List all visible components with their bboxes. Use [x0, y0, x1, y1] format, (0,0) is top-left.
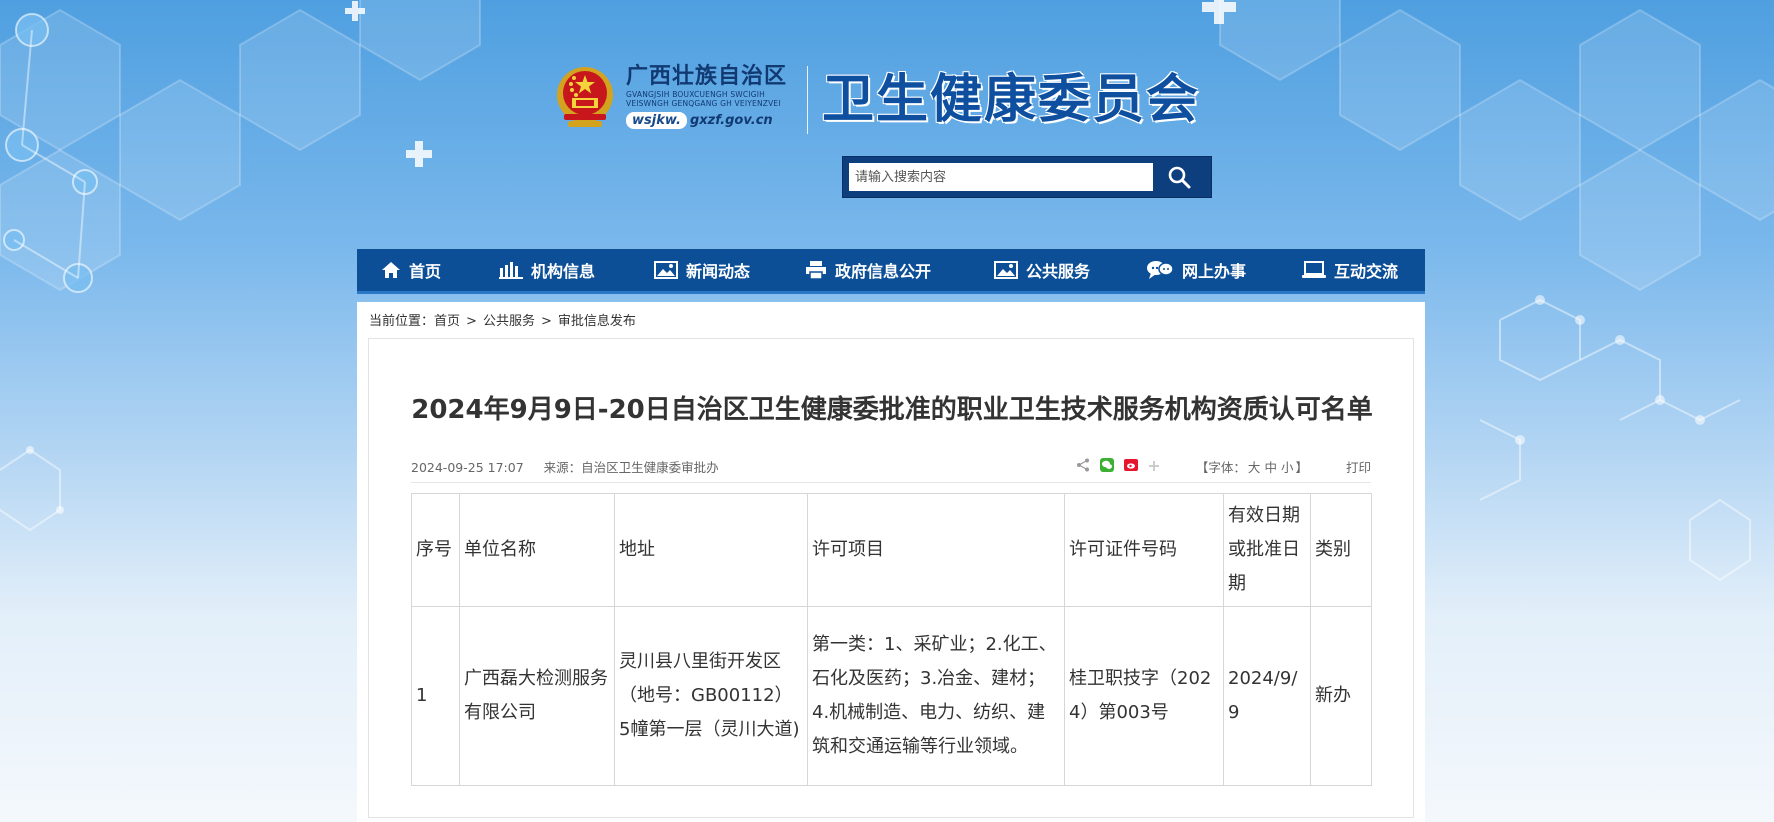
breadcrumb-prefix: 当前位置：	[369, 314, 435, 329]
domain-suffix: gxzf.gov.cn	[689, 113, 773, 128]
font-size-medium-link[interactable]: 中	[1264, 460, 1277, 475]
article-meta: 2024-09-25 17:07 来源：自治区卫生健康委审批办 【字体： 大 中…	[411, 457, 1371, 475]
approval-table: 序号 单位名称 地址 许可项目 许可证件号码 有效日期或批准日期 类别 1 广西…	[411, 493, 1372, 786]
table-cell: 灵川县八里街开发区（地号：GB00112）5幢第一层（灵川大道)	[614, 606, 808, 786]
table-header-cell: 有效日期或批准日期	[1223, 493, 1311, 607]
search-bar	[842, 156, 1212, 198]
bar-chart-icon	[499, 262, 523, 279]
print-link[interactable]: 打印	[1346, 457, 1371, 476]
nav-item-public-service[interactable]: 公共服务	[994, 249, 1090, 291]
region-name-latin-2: VEISWNGH GENQGANG GH VEIYENZVEI	[626, 99, 781, 108]
nav-item-label: 政府信息公开	[835, 262, 932, 281]
nav-item-label: 网上办事	[1182, 262, 1247, 281]
search-input[interactable]	[849, 163, 1153, 191]
table-header-cell: 类别	[1310, 493, 1372, 607]
font-size-control: 【字体：大中小】	[1196, 457, 1308, 476]
region-brand: 广西壮族自治区 GVANGJSIH BOUXCUENGH SWCIGIH VEI…	[626, 62, 804, 129]
region-name-latin-1: GVANGJSIH BOUXCUENGH SWCIGIH	[626, 90, 766, 99]
breadcrumb-separator: >	[466, 314, 477, 329]
region-name: 广西壮族自治区	[626, 63, 788, 89]
nav-item-label: 首页	[409, 262, 442, 281]
breadcrumb-link-approval-info[interactable]: 审批信息发布	[558, 314, 636, 329]
table-header-cell: 单位名称	[459, 493, 615, 607]
search-button[interactable]	[1155, 163, 1203, 191]
breadcrumb-link-public-service[interactable]: 公共服务	[483, 314, 535, 329]
nav-item-gov-info-disclosure[interactable]: 政府信息公开	[805, 249, 931, 291]
site-domain: wsjkw. gxzf.gov.cn	[626, 112, 804, 129]
main-content: 当前位置：首页 > 公共服务 > 审批信息发布 2024年9月9日-20日自治区卫生健康…	[357, 302, 1425, 822]
nav-item-label: 互动交流	[1334, 262, 1399, 281]
table-cell: 新办	[1310, 606, 1372, 786]
publish-date: 2024-09-25 17:07	[411, 460, 524, 475]
main-nav: 首页 机构信息 新闻动态 政府信息公开 公共服务 网上办事 互动交流	[357, 249, 1425, 294]
font-size-label: 【字体：	[1195, 460, 1246, 475]
table-header-cell: 序号	[411, 493, 460, 607]
header-divider	[807, 66, 808, 134]
weibo-icon[interactable]	[1123, 458, 1138, 472]
chat-bubbles-icon	[1147, 261, 1174, 279]
table-cell: 1	[411, 606, 460, 786]
table-cell: 第一类：1、采矿业；2.化工、石化及医药；3.冶金、建材；4.机械制造、电力、纺…	[807, 606, 1065, 786]
nav-item-interaction[interactable]: 互动交流	[1302, 249, 1398, 291]
laptop-icon	[1302, 261, 1326, 278]
font-size-large-link[interactable]: 大	[1248, 460, 1261, 475]
nav-item-home[interactable]: 首页	[381, 249, 441, 291]
nav-item-label: 公共服务	[1026, 262, 1091, 281]
national-emblem-icon	[557, 67, 613, 127]
table-row: 1 广西磊大检测服务有限公司 灵川县八里街开发区（地号：GB00112）5幢第一…	[411, 606, 1372, 786]
nav-item-label: 新闻动态	[686, 262, 751, 281]
domain-prefix: wsjkw.	[626, 112, 687, 129]
article-title: 2024年9月9日-20日自治区卫生健康委批准的职业卫生技术服务机构资质认可名单	[411, 395, 1373, 425]
site-title[interactable]: 卫生健康委员会	[822, 68, 1200, 132]
image-icon	[994, 261, 1018, 279]
table-header-row: 序号 单位名称 地址 许可项目 许可证件号码 有效日期或批准日期 类别	[411, 493, 1372, 607]
search-icon	[1168, 166, 1191, 189]
table-cell: 广西磊大检测服务有限公司	[459, 606, 615, 786]
breadcrumb: 当前位置：首页 > 公共服务 > 审批信息发布	[369, 310, 636, 329]
nav-item-news[interactable]: 新闻动态	[654, 249, 750, 291]
meta-divider	[411, 482, 1371, 483]
home-icon	[382, 262, 400, 278]
wechat-icon[interactable]	[1099, 458, 1114, 472]
image-icon	[654, 261, 678, 279]
font-size-label-close: 】	[1295, 460, 1308, 475]
nav-item-online-service[interactable]: 网上办事	[1146, 249, 1246, 291]
article-source: 来源：自治区卫生健康委审批办	[543, 460, 719, 475]
font-size-small-link[interactable]: 小	[1281, 460, 1294, 475]
share-icon[interactable]	[1076, 458, 1090, 472]
table-header-cell: 许可证件号码	[1064, 493, 1224, 607]
plus-icon[interactable]	[1148, 460, 1160, 472]
table-cell: 2024/9/9	[1223, 606, 1311, 786]
share-toolbar	[1076, 458, 1166, 475]
table-header-cell: 地址	[614, 493, 808, 607]
breadcrumb-separator: >	[540, 314, 552, 329]
breadcrumb-link-home[interactable]: 首页	[434, 314, 460, 329]
table-header-cell: 许可项目	[807, 493, 1065, 607]
article-panel: 2024年9月9日-20日自治区卫生健康委批准的职业卫生技术服务机构资质认可名单…	[368, 338, 1414, 818]
nav-item-org-info[interactable]: 机构信息	[499, 249, 595, 291]
table-cell: 桂卫职技字（2024）第003号	[1064, 606, 1224, 786]
nav-item-label: 机构信息	[531, 262, 596, 281]
printer-icon	[806, 261, 826, 279]
